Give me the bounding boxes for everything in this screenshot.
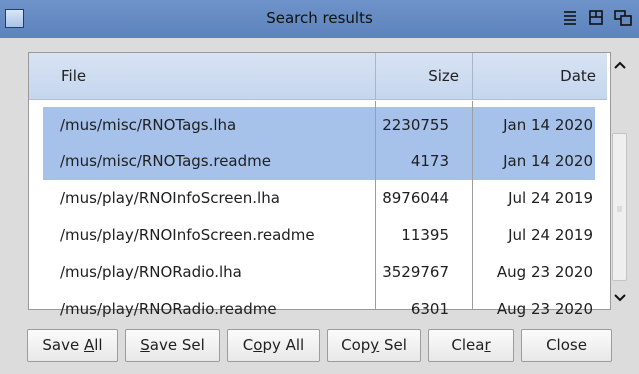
file-size: 2230755: [382, 116, 449, 134]
file-size: 6301: [410, 300, 449, 318]
save-all-button[interactable]: Save All: [27, 329, 118, 362]
file-path: /mus/misc/RNOTags.readme: [60, 152, 271, 170]
file-size: 4173: [410, 152, 449, 170]
button-shortcut: r: [484, 336, 491, 354]
file-date: Jul 24 2019: [508, 189, 593, 207]
list-header: File Size Date: [29, 53, 607, 100]
button-label: Clea: [451, 336, 485, 354]
file-path: /mus/play/RNOInfoScreen.lha: [60, 189, 280, 207]
search-results-window: Search results File Size Date /mus/misc/…: [0, 0, 639, 374]
list-item[interactable]: /mus/play/RNOInfoScreen.readme 11395 Jul…: [43, 217, 595, 254]
results-list[interactable]: File Size Date /mus/misc/RNOTags.lha 223…: [28, 52, 627, 318]
save-sel-button[interactable]: Save Sel: [125, 329, 220, 362]
menu-icon[interactable]: [560, 8, 580, 28]
file-path: /mus/play/RNORadio.readme: [60, 300, 277, 318]
button-label: Close: [546, 336, 587, 354]
arrow-up-icon[interactable]: [609, 54, 631, 76]
button-label: py All: [262, 336, 305, 354]
button-label: Save: [42, 336, 84, 354]
button-label: Sel: [379, 336, 407, 354]
clear-button[interactable]: Clear: [428, 329, 514, 362]
button-label: Cop: [341, 336, 371, 354]
file-date: Aug 23 2020: [496, 263, 593, 281]
button-shortcut: S: [140, 336, 150, 354]
file-date: Jan 14 2020: [503, 152, 593, 170]
list-item[interactable]: /mus/play/RNORadio.lha 3529767 Aug 23 20…: [43, 254, 595, 291]
file-date: Jan 14 2020: [503, 116, 593, 134]
list-item[interactable]: /mus/play/RNORadio.readme 6301 Aug 23 20…: [43, 291, 595, 328]
button-label: ll: [94, 336, 103, 354]
scroll-track[interactable]: [612, 133, 627, 281]
arrow-down-icon[interactable]: [609, 287, 631, 309]
vertical-scrollbar[interactable]: [608, 53, 632, 311]
file-size: 3529767: [382, 263, 449, 281]
copy-sel-button[interactable]: Copy Sel: [327, 329, 421, 362]
depth-icon[interactable]: [613, 8, 633, 28]
file-path: /mus/misc/RNOTags.lha: [60, 116, 237, 134]
column-divider: [472, 101, 473, 309]
file-path: /mus/play/RNOInfoScreen.readme: [60, 226, 315, 244]
list-item[interactable]: /mus/misc/RNOTags.lha 2230755 Jan 14 202…: [43, 107, 595, 144]
list-item[interactable]: /mus/play/RNOInfoScreen.lha 8976044 Jul …: [43, 180, 595, 217]
list-item[interactable]: /mus/misc/RNOTags.readme 4173 Jan 14 202…: [43, 143, 595, 180]
button-shortcut: A: [83, 336, 95, 354]
header-divider: [472, 53, 473, 100]
copy-all-button[interactable]: Copy All: [227, 329, 320, 362]
column-header-file[interactable]: File: [61, 53, 86, 100]
button-label: ave Sel: [149, 336, 205, 354]
column-header-date[interactable]: Date: [474, 53, 596, 100]
file-date: Aug 23 2020: [496, 300, 593, 318]
close-button[interactable]: Close: [521, 329, 612, 362]
button-shortcut: y: [370, 336, 380, 354]
file-date: Jul 24 2019: [508, 226, 593, 244]
iconify-icon[interactable]: [587, 8, 607, 28]
column-header-size[interactable]: Size: [375, 53, 459, 100]
file-size: 11395: [401, 226, 449, 244]
button-label: C: [242, 336, 254, 354]
scroll-thumb[interactable]: [614, 194, 625, 224]
file-size: 8976044: [382, 189, 449, 207]
file-path: /mus/play/RNORadio.lha: [60, 263, 242, 281]
window-title: Search results: [266, 9, 373, 27]
column-divider: [375, 101, 376, 309]
title-bar[interactable]: Search results: [0, 0, 639, 38]
